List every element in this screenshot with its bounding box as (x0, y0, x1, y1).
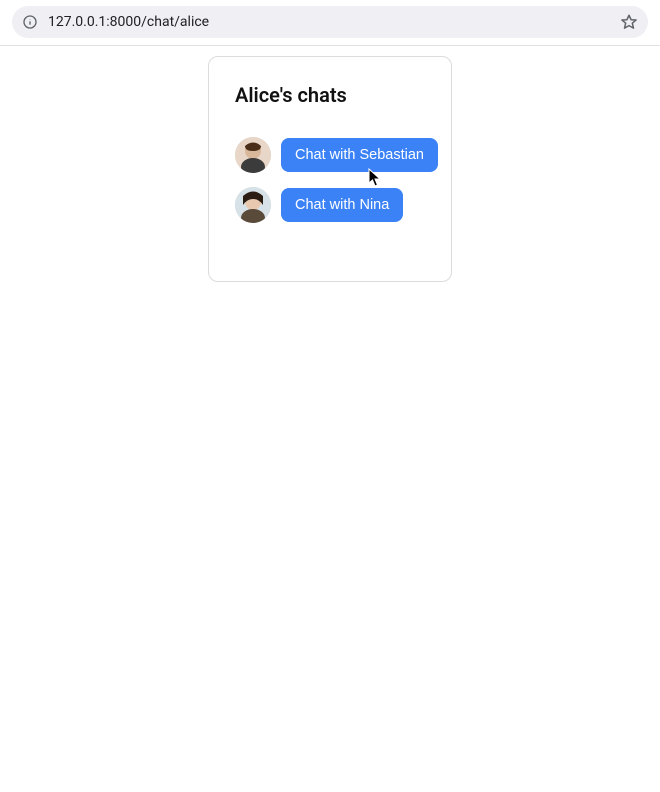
chat-with-nina-button[interactable]: Chat with Nina (281, 188, 403, 222)
card-title: Alice's chats (235, 83, 425, 107)
bookmark-star-icon[interactable] (620, 13, 638, 31)
url-text[interactable]: 127.0.0.1:8000/chat/alice (48, 14, 610, 30)
site-info-icon[interactable] (22, 14, 38, 30)
chat-with-sebastian-button[interactable]: Chat with Sebastian (281, 138, 438, 172)
sebastian-avatar (235, 137, 271, 173)
url-field[interactable]: 127.0.0.1:8000/chat/alice (12, 6, 648, 38)
chat-row: Chat with Nina (235, 187, 425, 223)
chat-row: Chat with Sebastian (235, 137, 425, 173)
browser-address-bar: 127.0.0.1:8000/chat/alice (0, 0, 660, 46)
nina-avatar (235, 187, 271, 223)
page-content: Alice's chats Chat with Sebastian (0, 46, 660, 282)
chats-card: Alice's chats Chat with Sebastian (208, 56, 452, 282)
